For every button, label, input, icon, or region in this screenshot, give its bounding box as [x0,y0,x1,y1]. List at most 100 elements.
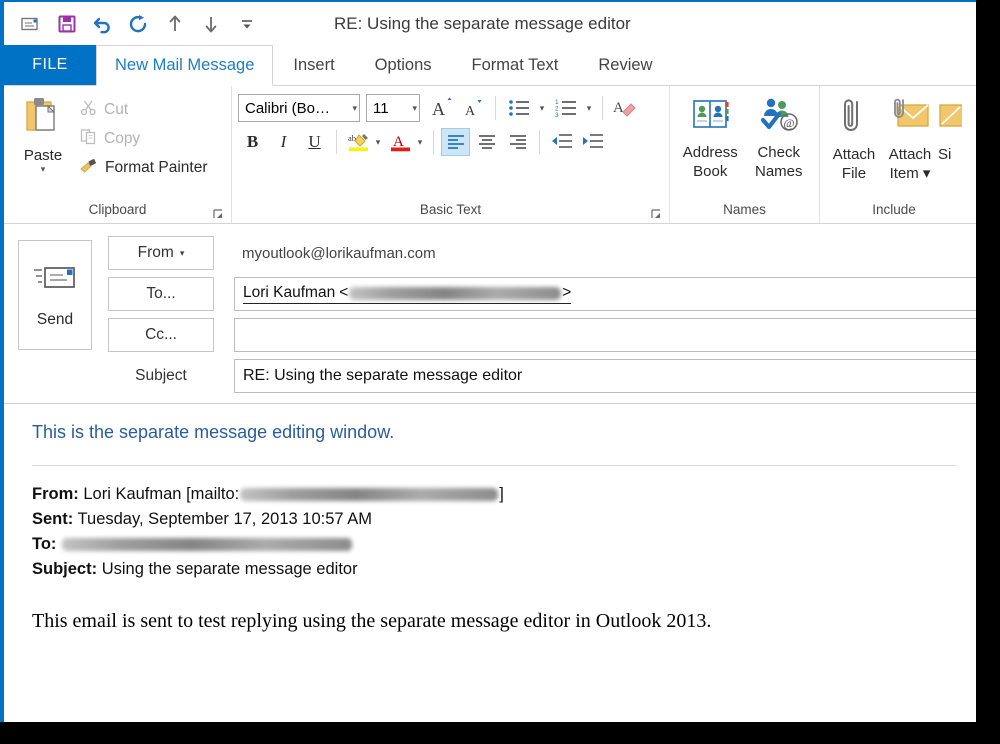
next-item-icon[interactable] [194,9,228,39]
basic-text-dialog-launcher-icon[interactable] [651,208,663,220]
quoted-from-line: From: Lori Kaufman [mailto:] [32,482,956,507]
shrink-font-icon[interactable]: A [459,94,488,122]
attach-file-label: Attach File [832,146,876,182]
send-button-label: Send [36,310,74,328]
svg-text:@: @ [783,116,794,130]
redacted-to-address [62,538,353,552]
ribbon-group-clipboard: Paste ▾ Cut Copy Format Painter Clipboar… [4,86,232,223]
underline-icon[interactable]: U [300,128,329,156]
tab-review[interactable]: Review [578,45,672,85]
copy-label: Copy [104,130,141,147]
svg-text:A: A [432,99,445,119]
signature-icon [938,96,962,143]
paperclip-icon [839,96,869,143]
font-color-caret-icon[interactable]: ▾ [414,137,426,148]
paste-caret-icon[interactable]: ▾ [41,165,46,174]
numbering-caret-icon[interactable]: ▾ [583,103,595,114]
align-center-icon[interactable] [472,128,501,156]
paintbrush-icon [80,157,98,179]
address-book-button[interactable]: Address Book [676,92,745,181]
font-color-icon[interactable]: A [386,128,415,156]
subject-label: Subject [135,367,187,384]
to-button[interactable]: To... [108,277,214,311]
quote-separator [32,465,956,466]
clipboard-group-label-text: Clipboard [88,202,147,217]
format-painter-button[interactable]: Format Painter [76,155,212,181]
attach-item-label: Attach Item ▾ [888,146,932,182]
send-button[interactable]: Send [18,240,92,350]
bullets-caret-icon[interactable]: ▾ [536,103,548,114]
quoted-subject-line: Subject: Using the separate message edit… [32,557,956,582]
align-left-icon[interactable] [441,128,470,156]
cc-button[interactable]: Cc... [108,318,214,352]
from-row: From ▾ myoutlook@lorikaufman.com [108,236,976,270]
font-name-combobox[interactable]: Calibri (Bo… ▾ [238,94,360,122]
grow-font-icon[interactable]: A [428,94,457,122]
tab-format-text[interactable]: Format Text [452,45,579,85]
align-right-icon[interactable] [503,128,532,156]
open-message-icon[interactable] [14,9,48,39]
ribbon-group-basic-text: Calibri (Bo… ▾ 11 ▾ A A ▾ 1 2 3 ▾ A B I … [232,86,670,223]
tab-insert[interactable]: Insert [273,45,354,85]
quoted-to-line: To: [32,532,956,557]
highlight-icon[interactable]: ab [344,128,373,156]
paste-button[interactable]: Paste ▾ [10,92,76,174]
attach-item-button[interactable]: Attach Item ▾ [882,92,938,183]
bold-icon[interactable]: B [238,128,267,156]
check-names-button[interactable]: @ Check Names [745,92,814,181]
quoted-subject-label: Subject: [32,560,98,578]
tab-new-mail-message[interactable]: New Mail Message [96,45,274,86]
quoted-subject-value: Using the separate message editor [101,560,358,578]
quoted-sent-value: Tuesday, September 17, 2013 10:57 AM [77,510,372,528]
chevron-down-icon[interactable]: ▾ [409,103,417,114]
increase-indent-icon[interactable] [578,128,607,156]
send-envelope-icon [32,262,78,297]
paste-label: Paste [23,147,63,164]
cut-label: Cut [104,101,129,118]
cut-button[interactable]: Cut [76,97,212,123]
chevron-down-icon[interactable]: ▾ [349,103,357,114]
from-button-label: From [137,244,174,261]
to-recipient-name: Lori Kaufman [243,284,336,301]
names-group-label: Names [670,201,819,223]
message-header: Send From ▾ myoutlook@lorikaufman.com To… [4,224,976,404]
customize-qat-icon[interactable] [230,9,264,39]
copy-button[interactable]: Copy [76,126,212,152]
cc-input[interactable] [234,318,976,352]
bullets-icon[interactable] [503,94,537,122]
highlight-caret-icon[interactable]: ▾ [372,137,384,148]
decrease-indent-icon[interactable] [547,128,576,156]
redacted-email-address [349,286,562,300]
message-body[interactable]: This is the separate message editing win… [4,404,976,699]
from-button[interactable]: From ▾ [108,236,214,270]
subject-row: Subject RE: Using the separate message e… [108,359,976,393]
italic-icon[interactable]: I [269,128,298,156]
clipboard-dialog-launcher-icon[interactable] [213,208,225,220]
to-button-label: To... [146,285,176,302]
previous-item-icon[interactable] [158,9,192,39]
to-recipient[interactable]: Lori Kaufman < > [243,284,572,304]
undo-icon[interactable] [86,9,120,39]
to-input[interactable]: Lori Kaufman < > [234,277,976,311]
subject-input[interactable]: RE: Using the separate message editor [234,359,976,393]
ribbon-group-names: Address Book @ Check Names Names [670,86,820,223]
divider [336,130,337,154]
chevron-down-icon[interactable]: ▾ [180,248,185,259]
save-icon[interactable] [50,9,84,39]
numbering-icon[interactable]: 1 2 3 [550,94,584,122]
quoted-from-label: From: [32,485,79,503]
outlook-message-window: RE: Using the separate message editor FI… [0,0,976,722]
quoted-from-suffix: ] [499,485,504,503]
font-size-combobox[interactable]: 11 ▾ [366,94,420,122]
svg-text:3: 3 [555,112,559,118]
attach-file-button[interactable]: Attach File [826,92,882,183]
redo-icon[interactable] [122,9,156,39]
signature-button[interactable]: Si [938,92,962,164]
redacted-from-address [240,488,499,502]
tab-options[interactable]: Options [355,45,452,85]
tab-file[interactable]: FILE [4,45,96,85]
check-names-label: Check Names [754,144,803,180]
clear-formatting-icon[interactable]: A [610,94,639,122]
signature-label: Si [938,146,952,163]
include-group-label: Include [820,201,968,223]
